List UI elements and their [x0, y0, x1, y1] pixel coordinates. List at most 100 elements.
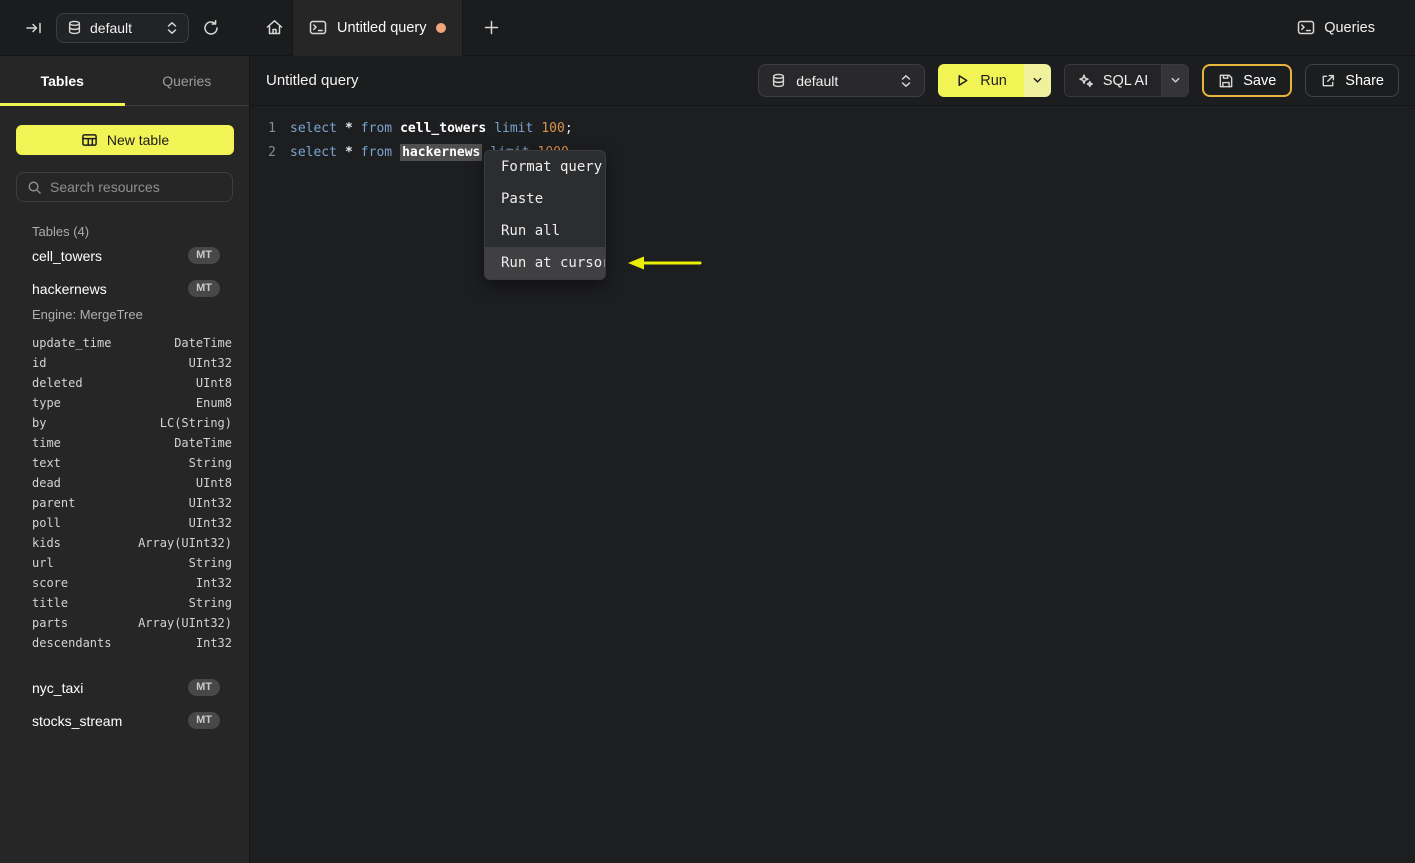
column-row: title String	[32, 593, 232, 613]
topbar-database-selector[interactable]: default	[56, 12, 189, 43]
chevron-down-icon	[1032, 75, 1043, 86]
column-row: type Enum8	[32, 393, 232, 413]
column-type: UInt32	[188, 496, 232, 510]
sidebar-tabs: Tables Queries	[0, 56, 249, 106]
topbar-left: default	[0, 0, 250, 55]
new-tab-button[interactable]	[479, 16, 503, 40]
context-menu-item-format-query[interactable]: Format query	[485, 151, 605, 183]
sql-semicolon: ;	[564, 120, 573, 136]
home-button[interactable]	[262, 16, 286, 40]
sql-ai-split-button: SQL AI	[1063, 64, 1190, 97]
sql-editor[interactable]: 1 select * from cell_towers limit 100; 2 sele…	[250, 106, 1415, 863]
engine-badge: MT	[188, 712, 220, 729]
column-name: poll	[32, 516, 61, 530]
unsaved-changes-dot	[436, 22, 447, 33]
table-row-hackernews[interactable]: hackernews MT	[0, 272, 249, 305]
code-line-1[interactable]: 1 select * from cell_towers limit 100;	[250, 116, 1415, 140]
tab-label: Untitled query	[337, 19, 427, 36]
home-icon	[265, 18, 284, 37]
column-type: DateTime	[174, 336, 232, 350]
column-row: deleted UInt8	[32, 373, 232, 393]
column-row: parts Array(UInt32)	[32, 613, 232, 633]
run-options-button[interactable]	[1023, 64, 1051, 97]
collapse-sidebar-button[interactable]	[22, 16, 46, 40]
sql-keyword: from	[360, 144, 393, 160]
tables-section-title: Tables (4)	[32, 224, 90, 239]
sql-keyword: select	[290, 144, 337, 160]
engine-badge: MT	[188, 679, 220, 696]
active-tab-underline	[0, 103, 125, 106]
run-button[interactable]: Run	[938, 64, 1024, 97]
topbar-right: Queries	[1297, 19, 1415, 36]
chevron-down-icon	[1170, 75, 1181, 86]
query-console-icon	[309, 19, 327, 36]
toolbar-database-selector[interactable]: default	[758, 64, 926, 97]
save-floppy-icon	[1218, 73, 1234, 89]
column-type: Int32	[195, 636, 232, 650]
sql-ai-button[interactable]: SQL AI	[1064, 65, 1162, 96]
save-button-label: Save	[1243, 72, 1277, 89]
toolbar-database-value: default	[796, 72, 839, 89]
sql-ai-options-button[interactable]	[1161, 65, 1189, 96]
sidebar-tab-queries[interactable]: Queries	[125, 56, 250, 105]
chevron-updown-icon	[166, 21, 178, 35]
chevron-updown-icon	[900, 74, 912, 88]
table-name: cell_towers	[32, 247, 103, 264]
column-list: update_time DateTime id UInt32 deleted UInt…	[0, 327, 249, 661]
context-menu-item-run-all[interactable]: Run all	[485, 215, 605, 247]
column-type: UInt32	[188, 516, 232, 530]
column-name: title	[32, 596, 69, 610]
sidebar-tab-tables[interactable]: Tables	[0, 56, 125, 106]
column-name: by	[32, 416, 47, 430]
context-menu-item-run-at-cursor[interactable]: Run at cursor	[485, 247, 605, 279]
code-content: select * from cell_towers limit 100;	[290, 121, 573, 136]
column-row: poll UInt32	[32, 513, 232, 533]
share-button-label: Share	[1345, 72, 1384, 89]
search-input[interactable]	[50, 179, 231, 195]
queries-button-label: Queries	[1324, 19, 1375, 36]
database-icon	[771, 73, 786, 88]
tab-untitled-query[interactable]: Untitled query	[292, 0, 464, 56]
save-button[interactable]: Save	[1202, 64, 1293, 97]
sql-ai-label: SQL AI	[1102, 72, 1149, 89]
run-split-button: Run	[938, 64, 1051, 97]
table-name: stocks_stream	[32, 712, 123, 729]
annotation-arrow	[622, 255, 704, 271]
column-type: String	[188, 456, 232, 470]
column-row: url String	[32, 553, 232, 573]
sidebar-tab-queries-label: Queries	[162, 72, 212, 89]
column-name: time	[32, 436, 61, 450]
share-button[interactable]: Share	[1305, 64, 1399, 97]
column-row: kids Array(UInt32)	[32, 533, 232, 553]
column-type: Int32	[195, 576, 232, 590]
column-type: Array(UInt32)	[138, 616, 232, 630]
topbar-database-value: default	[90, 19, 133, 36]
sidebar-tab-tables-label: Tables	[40, 72, 84, 89]
table-row-stocks-stream[interactable]: stocks_stream MT	[0, 704, 249, 737]
table-row-cell-towers[interactable]: cell_towers MT	[0, 239, 249, 272]
search-box[interactable]	[16, 172, 233, 202]
query-title: Untitled query	[266, 72, 359, 89]
column-type: String	[188, 556, 232, 570]
play-icon	[955, 73, 970, 88]
collapse-sidebar-icon	[25, 19, 43, 37]
column-row: score Int32	[32, 573, 232, 593]
engine-badge: MT	[188, 247, 220, 264]
table-grid-icon	[81, 132, 98, 148]
new-table-button[interactable]: New table	[16, 125, 234, 155]
column-row: time DateTime	[32, 433, 232, 453]
column-type: UInt8	[195, 476, 232, 490]
sql-table-ref: cell_towers	[400, 120, 487, 136]
table-row-nyc-taxi[interactable]: nyc_taxi MT	[0, 671, 249, 704]
queries-console-icon	[1297, 19, 1315, 36]
refresh-button[interactable]	[199, 16, 223, 40]
queries-button[interactable]: Queries	[1297, 19, 1375, 36]
code-line-2[interactable]: 2 select*fromhackernewslimit1000	[250, 140, 1415, 164]
query-toolbar: Untitled query default Run SQL AI Save S…	[250, 56, 1415, 106]
table-name: nyc_taxi	[32, 679, 84, 696]
tab-strip: Untitled query	[250, 0, 1297, 56]
column-type: Array(UInt32)	[138, 536, 232, 550]
context-menu-item-paste[interactable]: Paste	[485, 183, 605, 215]
table-engine-label: Engine: MergeTree	[32, 307, 143, 322]
column-name: parent	[32, 496, 76, 510]
